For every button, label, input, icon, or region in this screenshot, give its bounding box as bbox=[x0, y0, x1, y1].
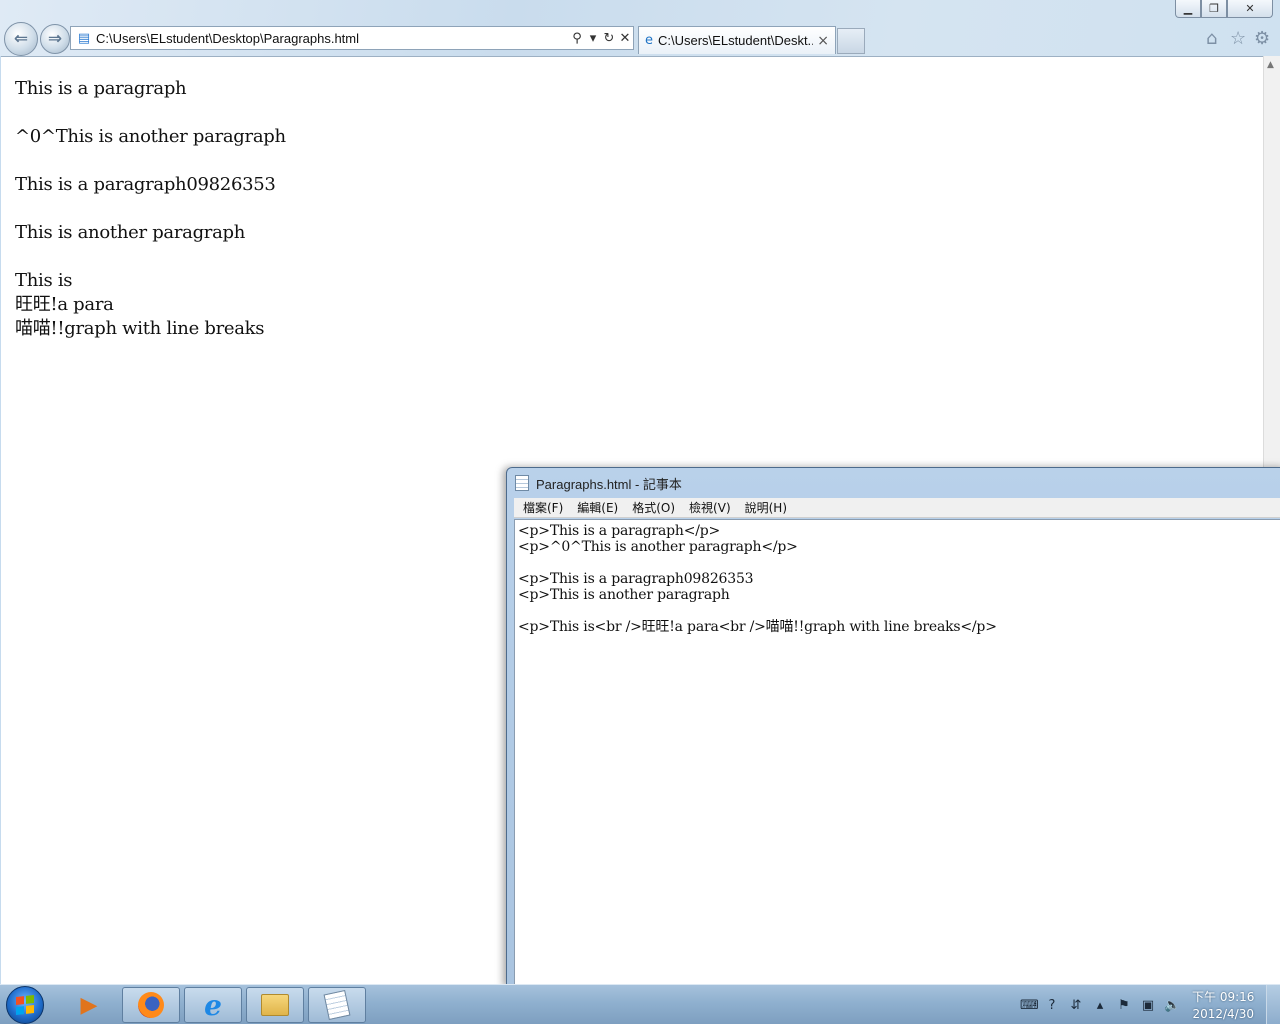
page-icon: ▤ bbox=[77, 30, 91, 46]
paragraph: This is a paragraph09826353 bbox=[15, 173, 286, 197]
clock[interactable]: 下午 09:16 2012/4/30 bbox=[1192, 989, 1254, 1023]
forward-arrow-icon: ⇒ bbox=[47, 29, 63, 49]
folder-icon bbox=[261, 994, 289, 1016]
show-desktop-button[interactable] bbox=[1266, 985, 1280, 1024]
system-tray: ⌨ ? ⇵ ▴ ⚑ ▣ 🔈 bbox=[1020, 985, 1180, 1024]
network-icon[interactable]: ▣ bbox=[1140, 998, 1156, 1013]
close-button[interactable]: ✕ bbox=[1227, 0, 1273, 18]
notepad-text[interactable]: <p>This is a paragraph</p> <p>^0^This is… bbox=[518, 523, 997, 635]
address-text[interactable]: C:\Users\ELstudent\Desktop\Paragraphs.ht… bbox=[96, 31, 569, 46]
tab-close-icon[interactable]: × bbox=[817, 33, 829, 49]
notepad-title: Paragraphs.html - 記事本 bbox=[536, 476, 682, 492]
search-icon[interactable]: ⚲ bbox=[569, 31, 585, 46]
paragraph-line: This is a paragraph09826353 bbox=[15, 174, 276, 195]
notepad-titlebar[interactable]: Paragraphs.html - 記事本 bbox=[507, 468, 1280, 498]
taskbar-file-explorer[interactable] bbox=[246, 987, 304, 1023]
paragraph-line: 喵喵!!graph with line breaks bbox=[15, 318, 265, 339]
media-player-icon: ▶ bbox=[80, 992, 98, 1018]
notepad-app-icon bbox=[323, 989, 351, 1021]
minimize-button[interactable]: ▁ bbox=[1175, 0, 1201, 18]
restore-button[interactable]: ❐ bbox=[1201, 0, 1227, 18]
paragraph-with-breaks: This is 旺旺!a para 喵喵!!graph with line br… bbox=[15, 269, 286, 341]
start-button[interactable] bbox=[6, 986, 44, 1024]
clock-time: 下午 09:16 bbox=[1192, 990, 1255, 1004]
clock-date: 2012/4/30 bbox=[1192, 1007, 1254, 1021]
paragraph: ^0^This is another paragraph bbox=[15, 125, 286, 149]
menu-view[interactable]: 檢視(V) bbox=[682, 499, 738, 516]
paragraph-line: 旺旺!a para bbox=[15, 294, 114, 315]
notepad-menubar: 檔案(F) 編輯(E) 格式(O) 檢視(V) 說明(H) bbox=[514, 498, 1280, 518]
taskbar-firefox[interactable] bbox=[122, 987, 180, 1023]
paragraph-line: This is bbox=[15, 270, 73, 291]
menu-edit[interactable]: 編輯(E) bbox=[570, 499, 625, 516]
favorites-star-icon[interactable]: ☆ bbox=[1230, 28, 1246, 49]
stop-icon[interactable]: ✕ bbox=[617, 31, 633, 46]
paragraph-line: This is a paragraph bbox=[15, 78, 187, 99]
taskbar-notepad[interactable] bbox=[308, 987, 366, 1023]
menu-format[interactable]: 格式(O) bbox=[625, 499, 682, 516]
close-icon: ✕ bbox=[1245, 2, 1255, 15]
help-icon[interactable]: ? bbox=[1044, 998, 1060, 1013]
windows-logo-icon bbox=[16, 995, 34, 1015]
tab-title: C:\Users\ELstudent\Deskt... bbox=[658, 33, 814, 48]
tools-gear-icon[interactable]: ⚙ bbox=[1254, 28, 1270, 49]
refresh-icon[interactable]: ↻ bbox=[601, 31, 617, 46]
menu-file[interactable]: 檔案(F) bbox=[516, 499, 570, 516]
paragraph-line: This is another paragraph bbox=[15, 222, 246, 243]
paragraph: This is a paragraph bbox=[15, 77, 286, 101]
browser-toolbar: ⇐ ⇒ ▤ C:\Users\ELstudent\Desktop\Paragra… bbox=[0, 0, 1280, 56]
notepad-text-area[interactable]: <p>This is a paragraph</p> <p>^0^This is… bbox=[514, 519, 1280, 985]
show-hidden-icons-icon[interactable]: ▴ bbox=[1092, 998, 1108, 1013]
address-bar[interactable]: ▤ C:\Users\ELstudent\Desktop\Paragraphs.… bbox=[70, 26, 634, 50]
minimize-icon: ▁ bbox=[1183, 2, 1193, 15]
notepad-window: Paragraphs.html - 記事本 檔案(F) 編輯(E) 格式(O) … bbox=[506, 467, 1280, 987]
ie-page-icon: e bbox=[645, 33, 653, 48]
volume-icon[interactable]: 🔈 bbox=[1164, 998, 1180, 1013]
back-arrow-icon: ⇐ bbox=[13, 29, 29, 49]
keyboard-icon[interactable]: ⌨ bbox=[1020, 998, 1039, 1013]
forward-button[interactable]: ⇒ bbox=[40, 24, 70, 54]
paragraph: This is another paragraph bbox=[15, 221, 286, 245]
notepad-icon bbox=[515, 475, 529, 491]
scroll-up-icon[interactable]: ▲ bbox=[1267, 60, 1274, 70]
home-icon[interactable]: ⌂ bbox=[1206, 28, 1217, 49]
dropdown-icon[interactable]: ▾ bbox=[585, 31, 601, 46]
taskbar-media-player[interactable]: ▶ bbox=[60, 987, 118, 1023]
new-tab-button[interactable] bbox=[837, 28, 865, 54]
firefox-icon bbox=[138, 992, 164, 1018]
paragraph-line: ^0^This is another paragraph bbox=[15, 126, 286, 147]
internet-explorer-icon: e bbox=[204, 988, 222, 1022]
taskbar: ▶ e ⌨ ? ⇵ ▴ ⚑ ▣ 🔈 下午 09:16 2012/4/30 bbox=[0, 984, 1280, 1024]
taskbar-internet-explorer[interactable]: e bbox=[184, 987, 242, 1023]
action-center-flag-icon[interactable]: ⚑ bbox=[1116, 998, 1132, 1013]
language-icon[interactable]: ⇵ bbox=[1068, 998, 1084, 1013]
menu-help[interactable]: 說明(H) bbox=[738, 499, 794, 516]
tab-paragraphs[interactable]: e C:\Users\ELstudent\Deskt... × bbox=[638, 26, 836, 54]
restore-icon: ❐ bbox=[1209, 2, 1219, 15]
rendered-html: This is a paragraph ^0^This is another p… bbox=[15, 77, 286, 365]
back-button[interactable]: ⇐ bbox=[4, 22, 38, 56]
